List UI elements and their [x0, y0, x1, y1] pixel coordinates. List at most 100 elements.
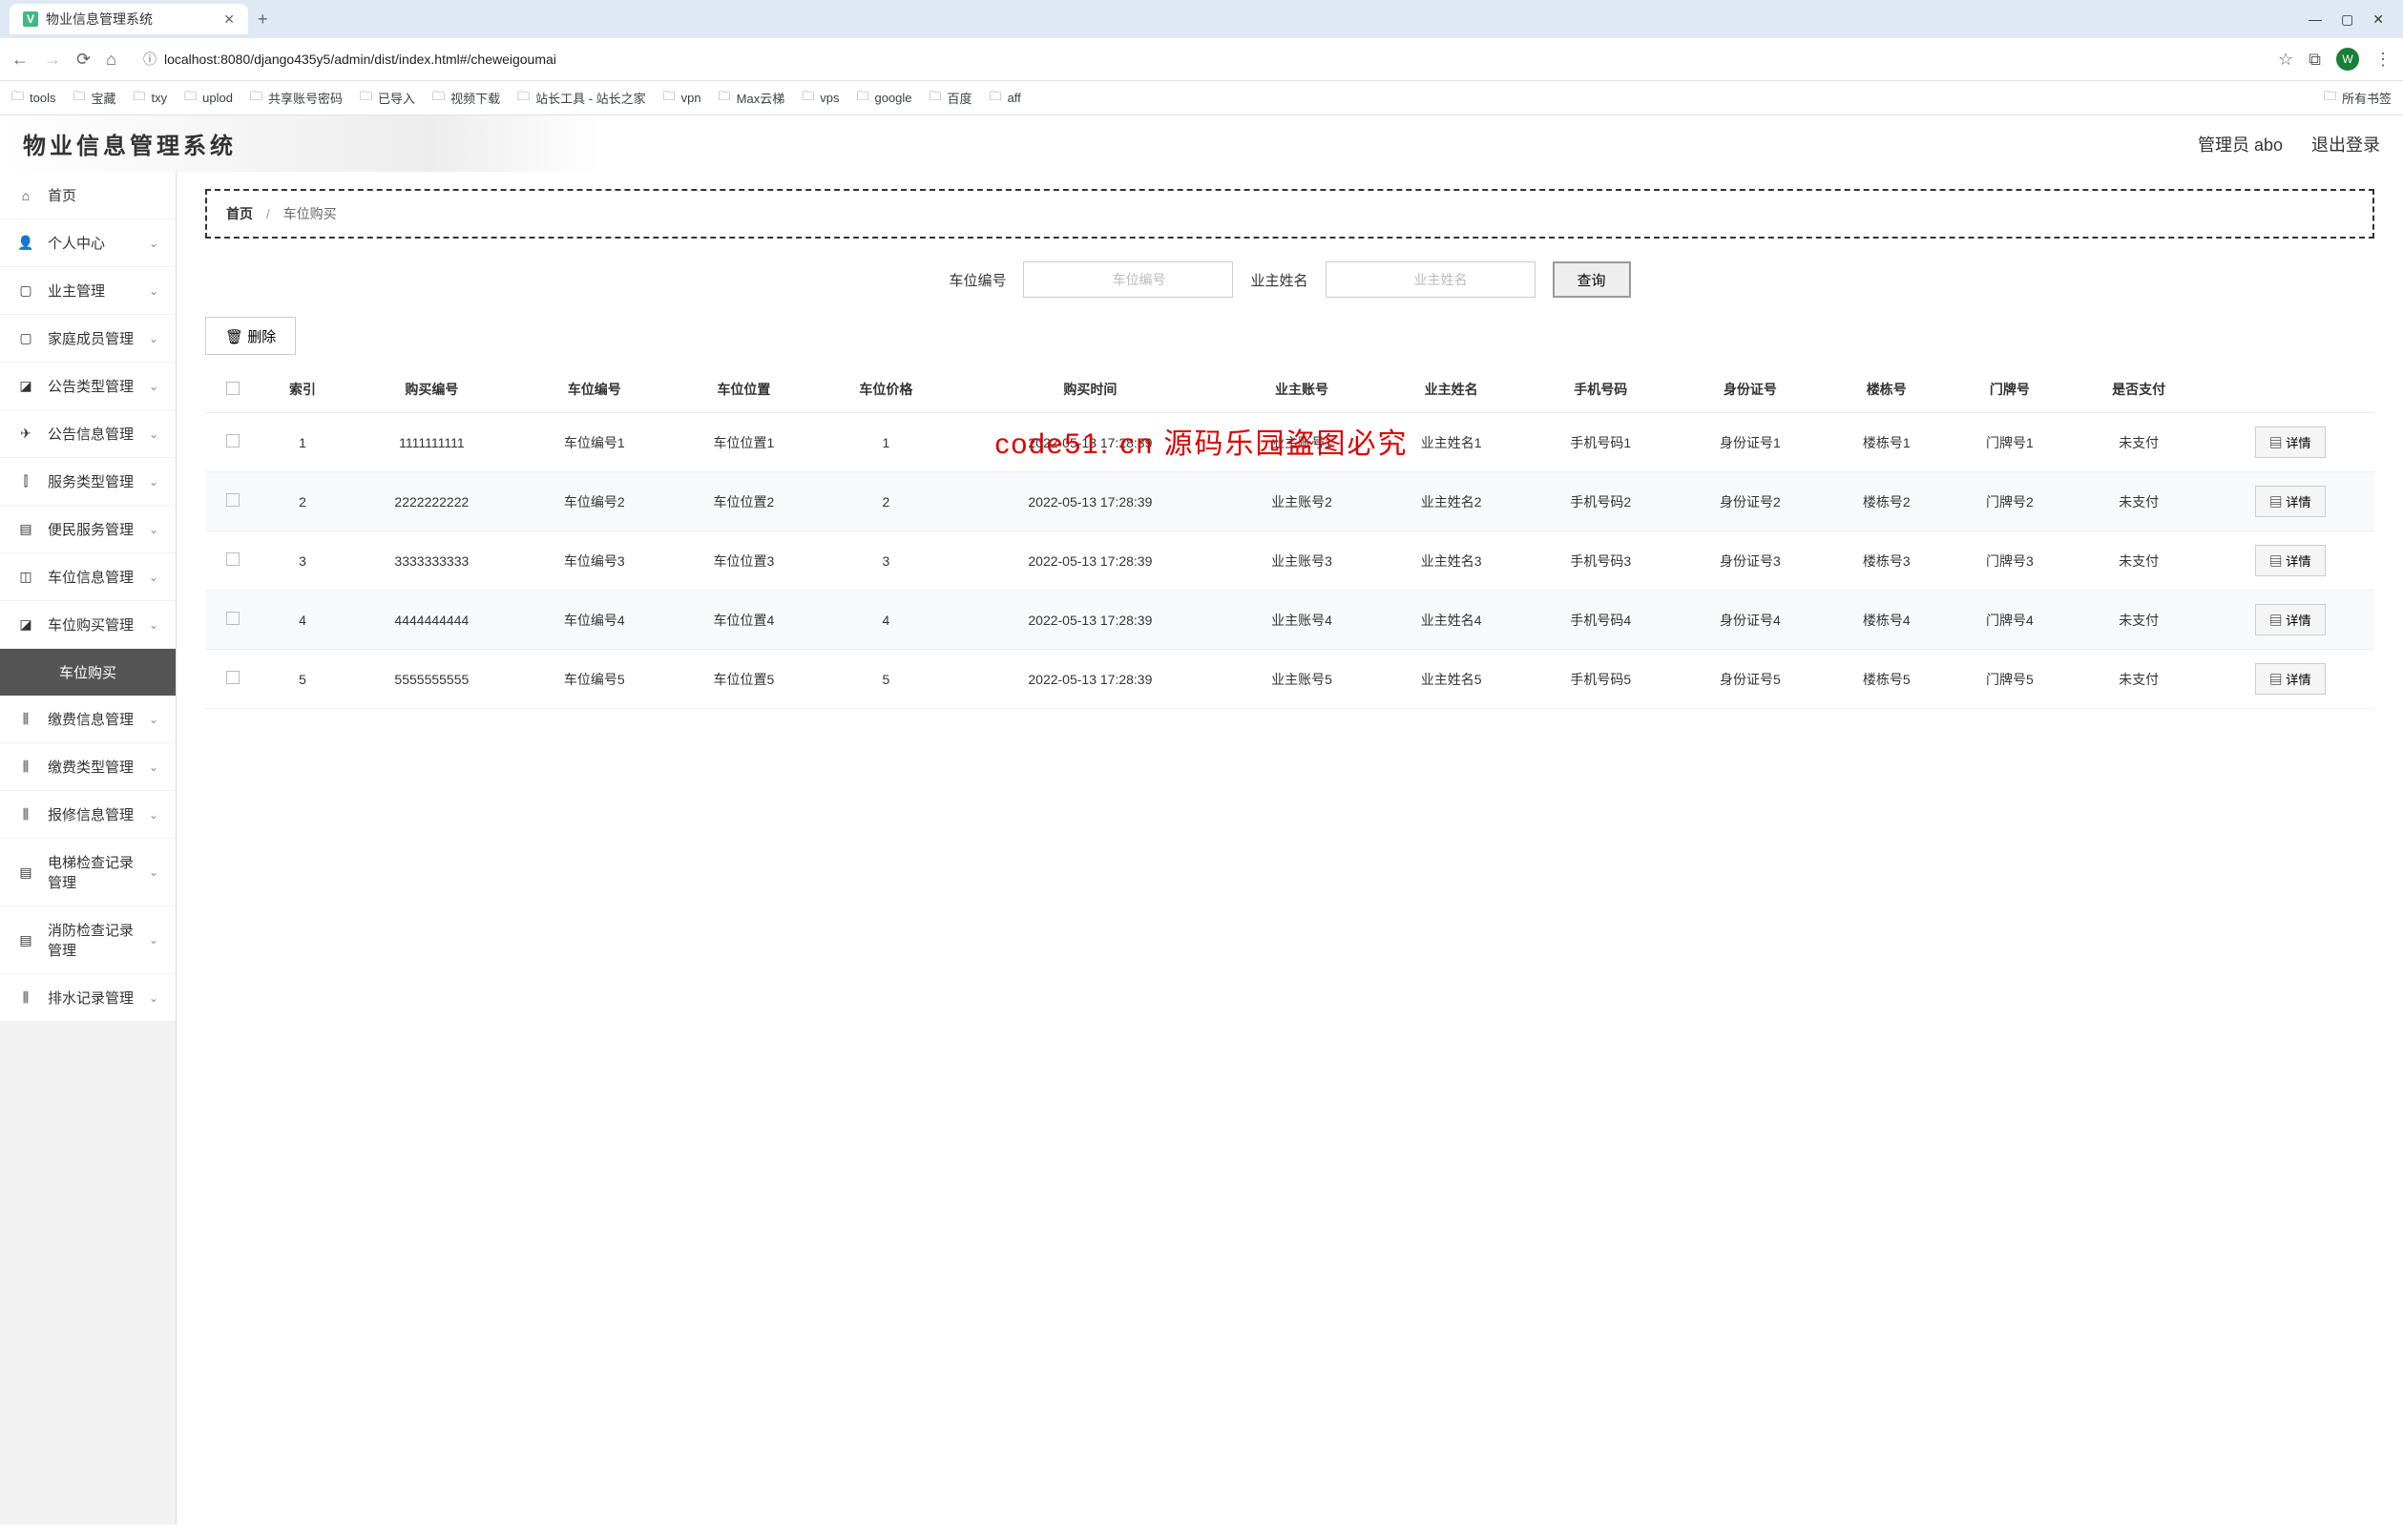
sidebar-item-label: 消防检查记录管理 — [48, 920, 136, 960]
sidebar-item-11[interactable]: ⫼缴费类型管理⌄ — [0, 743, 176, 791]
sidebar-item-1[interactable]: 👤个人中心⌄ — [0, 219, 176, 267]
sidebar-item-9[interactable]: ◪车位购买管理⌄ — [0, 601, 176, 649]
table-cell: 门牌号2 — [1948, 472, 2071, 531]
bookmarks-bar: 🗀tools 🗀宝藏 🗀txy 🗀uplod 🗀共享账号密码 🗀已导入 🗀视频下载 🗀站长工具… — [0, 81, 2403, 115]
table-cell: 2022-05-13 17:28:39 — [953, 650, 1227, 709]
table-cell: 2 — [261, 472, 344, 531]
table-cell: 业主账号1 — [1227, 413, 1377, 472]
sidebar-item-4[interactable]: ◪公告类型管理⌄ — [0, 363, 176, 410]
minimize-icon[interactable]: — — [2309, 11, 2322, 28]
sidebar-item-6[interactable]: ⫿服务类型管理⌄ — [0, 458, 176, 506]
all-bookmarks-button[interactable]: 🗀所有书签 — [2324, 88, 2392, 109]
table-cell: 车位编号2 — [520, 472, 670, 531]
reload-icon[interactable]: ⟳ — [76, 50, 91, 70]
close-window-icon[interactable]: ✕ — [2372, 11, 2384, 28]
logout-link[interactable]: 退出登录 — [2311, 132, 2380, 156]
sidebar-item-7[interactable]: ▤便民服务管理⌄ — [0, 506, 176, 553]
bookmark-item[interactable]: 🗀站长工具 - 站长之家 — [517, 88, 646, 109]
row-checkbox[interactable] — [226, 434, 240, 447]
column-header — [205, 366, 261, 413]
sidebar-item-15[interactable]: ⫼排水记录管理⌄ — [0, 974, 176, 1022]
profile-avatar[interactable]: W — [2336, 48, 2359, 71]
detail-button[interactable]: ▤ 详情 — [2255, 486, 2326, 517]
row-checkbox[interactable] — [226, 612, 240, 625]
forward-icon[interactable]: → — [44, 50, 61, 70]
sidebar-subitem-active[interactable]: 车位购买 — [0, 649, 176, 696]
detail-button[interactable]: ▤ 详情 — [2255, 545, 2326, 576]
search-input-owner[interactable] — [1326, 261, 1536, 298]
sidebar-item-label: 缴费信息管理 — [48, 709, 136, 729]
table-cell: 未支付 — [2071, 531, 2205, 591]
bookmark-item[interactable]: 🗀txy — [134, 88, 168, 109]
table-cell: 身份证号2 — [1676, 472, 1826, 531]
delete-button[interactable]: 🗑 删除 — [205, 317, 296, 355]
sidebar-item-0[interactable]: ⌂首页 — [0, 172, 176, 219]
sidebar-item-13[interactable]: ▤电梯检查记录管理⌄ — [0, 839, 176, 906]
row-checkbox[interactable] — [226, 493, 240, 507]
browser-tab[interactable]: V 物业信息管理系统 ✕ — [10, 4, 248, 34]
new-tab-button[interactable]: + — [258, 10, 268, 30]
home-icon[interactable]: ⌂ — [106, 50, 116, 70]
sidebar-item-3[interactable]: ▢家庭成员管理⌄ — [0, 315, 176, 363]
column-header: 楼栋号 — [1825, 366, 1948, 413]
menu-icon[interactable]: ⋮ — [2374, 50, 2392, 70]
sidebar-item-8[interactable]: ◫车位信息管理⌄ — [0, 553, 176, 601]
bookmark-item[interactable]: 🗀视频下载 — [432, 88, 500, 109]
chevron-down-icon: ⌄ — [149, 284, 158, 298]
table-cell: 业主账号3 — [1227, 531, 1377, 591]
checkbox-all[interactable] — [226, 382, 240, 395]
sidebar-item-14[interactable]: ▤消防检查记录管理⌄ — [0, 906, 176, 974]
row-checkbox[interactable] — [226, 671, 240, 684]
table-cell: 业主姓名1 — [1376, 413, 1526, 472]
sidebar-icon: ◪ — [17, 378, 34, 394]
row-checkbox[interactable] — [226, 552, 240, 566]
url-text: localhost:8080/django435y5/admin/dist/in… — [164, 52, 556, 67]
table-cell: 楼栋号3 — [1825, 531, 1948, 591]
column-header: 是否支付 — [2071, 366, 2205, 413]
bookmark-item[interactable]: 🗀已导入 — [360, 88, 415, 109]
bookmark-item[interactable]: 🗀google — [856, 88, 911, 109]
info-icon[interactable]: ⓘ — [143, 50, 157, 69]
bookmark-item[interactable]: 🗀uplod — [184, 88, 233, 109]
url-bar[interactable]: ⓘ localhost:8080/django435y5/admin/dist/… — [132, 44, 2263, 74]
chevron-down-icon: ⌄ — [149, 523, 158, 536]
bookmark-item[interactable]: 🗀Max云梯 — [719, 88, 785, 109]
table-cell: 5 — [819, 650, 953, 709]
search-label-1: 车位编号 — [949, 270, 1006, 290]
breadcrumb-home[interactable]: 首页 — [226, 206, 253, 221]
sidebar-icon: ⫼ — [17, 711, 34, 727]
sidebar-item-12[interactable]: ⫼报修信息管理⌄ — [0, 791, 176, 839]
sidebar-item-label: 个人中心 — [48, 233, 136, 253]
browser-nav-bar: ← → ⟳ ⌂ ⓘ localhost:8080/django435y5/adm… — [0, 38, 2403, 81]
back-icon[interactable]: ← — [11, 50, 29, 70]
bookmark-item[interactable]: 🗀tools — [11, 88, 55, 109]
sidebar-item-2[interactable]: ▢业主管理⌄ — [0, 267, 176, 315]
detail-button[interactable]: ▤ 详情 — [2255, 427, 2326, 458]
query-button[interactable]: 查询 — [1553, 261, 1631, 298]
bookmark-item[interactable]: 🗀vps — [802, 88, 839, 109]
chevron-down-icon: ⌄ — [149, 475, 158, 489]
table-cell: 4 — [819, 591, 953, 650]
table-cell: ▤ 详情 — [2206, 531, 2374, 591]
app-header: 物业信息管理系统 管理员 abo 退出登录 — [0, 115, 2403, 172]
star-icon[interactable]: ☆ — [2278, 50, 2293, 70]
maximize-icon[interactable]: ▢ — [2341, 11, 2353, 28]
table-cell — [205, 591, 261, 650]
chevron-down-icon: ⌄ — [149, 760, 158, 774]
table-cell: 身份证号5 — [1676, 650, 1826, 709]
table-cell: 5 — [261, 650, 344, 709]
bookmark-item[interactable]: 🗀百度 — [930, 88, 972, 109]
sidebar-icon: ◫ — [17, 569, 34, 585]
extension-icon[interactable]: ⧉ — [2309, 50, 2321, 70]
bookmark-item[interactable]: 🗀宝藏 — [73, 88, 115, 109]
bookmark-item[interactable]: 🗀aff — [990, 88, 1021, 109]
close-tab-icon[interactable]: ✕ — [223, 11, 235, 28]
table-cell: 身份证号4 — [1676, 591, 1826, 650]
detail-button[interactable]: ▤ 详情 — [2255, 663, 2326, 695]
detail-button[interactable]: ▤ 详情 — [2255, 604, 2326, 635]
sidebar-item-5[interactable]: ✈公告信息管理⌄ — [0, 410, 176, 458]
sidebar-item-10[interactable]: ⫼缴费信息管理⌄ — [0, 696, 176, 743]
bookmark-item[interactable]: 🗀vpn — [663, 88, 701, 109]
bookmark-item[interactable]: 🗀共享账号密码 — [250, 88, 343, 109]
search-input-cwno[interactable] — [1023, 261, 1233, 298]
